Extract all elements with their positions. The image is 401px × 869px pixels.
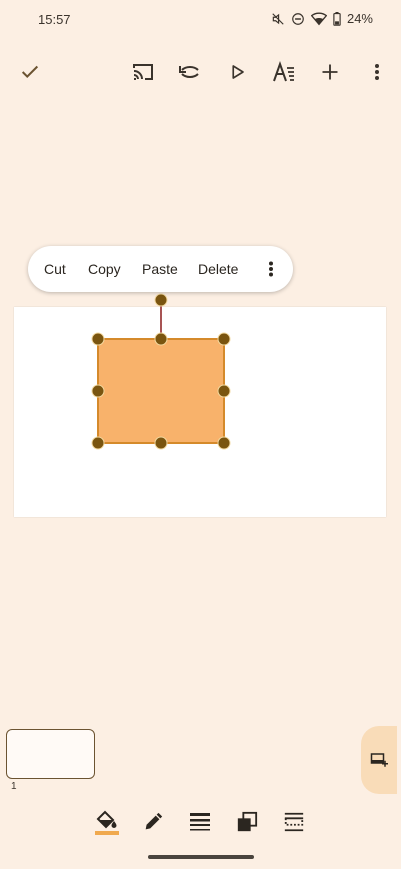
text-format-icon <box>273 61 294 82</box>
wifi-icon <box>310 12 327 26</box>
arrange-button[interactable] <box>231 806 263 838</box>
battery-percent: 24% <box>346 11 373 26</box>
line-color-icon <box>145 812 163 830</box>
fill-color-icon <box>95 810 119 835</box>
resize-handle-top-left[interactable] <box>91 332 105 346</box>
present-button[interactable] <box>217 52 257 92</box>
more-vert-icon <box>269 261 273 277</box>
dnd-icon <box>291 12 305 26</box>
line-weight-button[interactable] <box>184 806 216 838</box>
status-icons: 24% <box>271 11 373 26</box>
add-icon <box>322 64 338 80</box>
resize-handle-bottom-left[interactable] <box>91 436 105 450</box>
copy-menu-item[interactable]: Copy <box>88 261 121 277</box>
check-icon <box>21 65 39 79</box>
home-indicator[interactable] <box>148 855 254 859</box>
battery-icon <box>333 11 341 26</box>
new-slide-button[interactable] <box>361 726 397 794</box>
paste-menu-item[interactable]: Paste <box>142 261 178 277</box>
mute-icon <box>271 12 285 26</box>
crop-layout-icon <box>284 812 304 832</box>
resize-handle-right[interactable] <box>217 384 231 398</box>
add-slide-icon <box>370 753 388 767</box>
context-menu: Cut Copy Paste Delete <box>28 246 293 292</box>
resize-handle-top[interactable] <box>154 332 168 346</box>
arrange-icon <box>237 811 258 832</box>
resize-handle-bottom[interactable] <box>154 436 168 450</box>
overflow-menu-button[interactable] <box>357 52 397 92</box>
resize-handle-bottom-right[interactable] <box>217 436 231 450</box>
line-color-button[interactable] <box>137 806 169 838</box>
line-weight-icon <box>190 813 210 831</box>
status-bar: 15:57 24% <box>0 0 401 40</box>
cast-icon <box>133 64 153 80</box>
editor-toolbar <box>0 52 401 92</box>
undo-button[interactable] <box>170 52 210 92</box>
slide-number: 1 <box>11 781 17 792</box>
resize-handle-top-right[interactable] <box>217 332 231 346</box>
fill-color-button[interactable] <box>90 806 122 838</box>
slide-thumbnail[interactable] <box>6 729 95 779</box>
crop-layout-button[interactable] <box>278 806 310 838</box>
cut-menu-item[interactable]: Cut <box>44 261 66 277</box>
undo-icon <box>179 66 199 78</box>
selected-rectangle-shape[interactable] <box>97 338 225 444</box>
more-vert-icon <box>375 64 379 80</box>
resize-handle-left[interactable] <box>91 384 105 398</box>
insert-button[interactable] <box>310 52 350 92</box>
delete-menu-item[interactable]: Delete <box>198 261 238 277</box>
rotation-handle[interactable] <box>154 293 168 307</box>
done-button[interactable] <box>10 52 50 92</box>
cast-button[interactable] <box>123 52 163 92</box>
status-time: 15:57 <box>38 12 71 27</box>
format-toolbar <box>0 806 401 842</box>
text-format-button[interactable] <box>264 52 304 92</box>
play-icon <box>232 65 244 79</box>
context-more-button[interactable] <box>261 258 281 280</box>
